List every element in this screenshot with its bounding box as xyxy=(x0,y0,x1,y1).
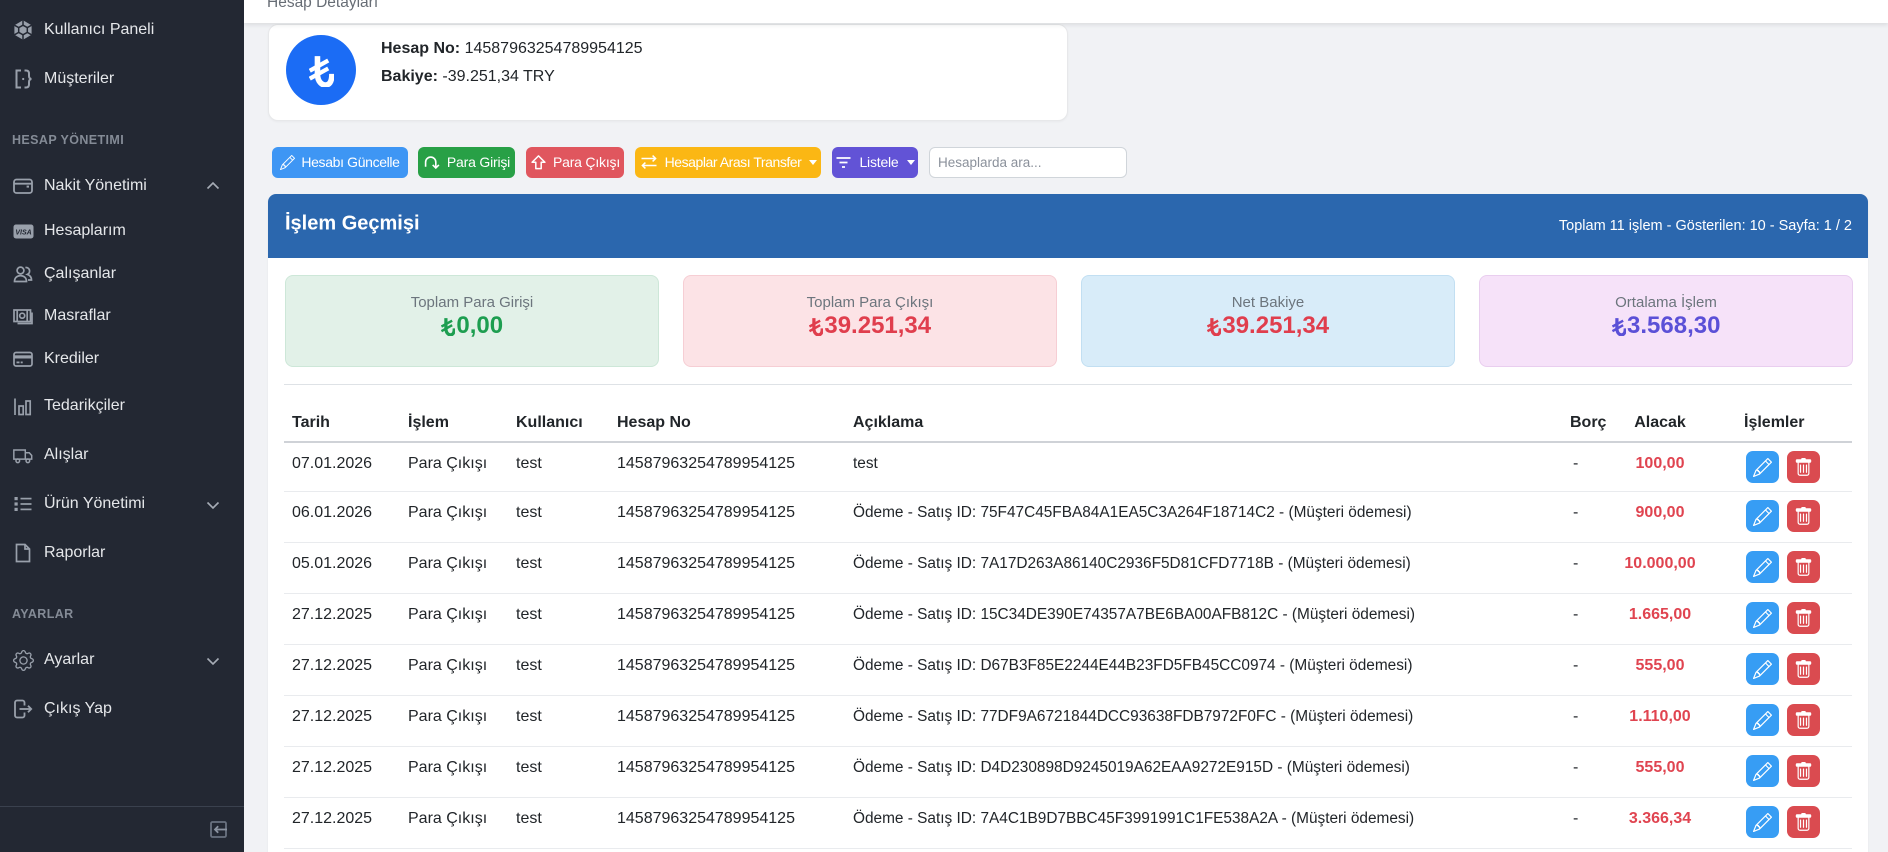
svg-text:VISA: VISA xyxy=(15,229,31,236)
